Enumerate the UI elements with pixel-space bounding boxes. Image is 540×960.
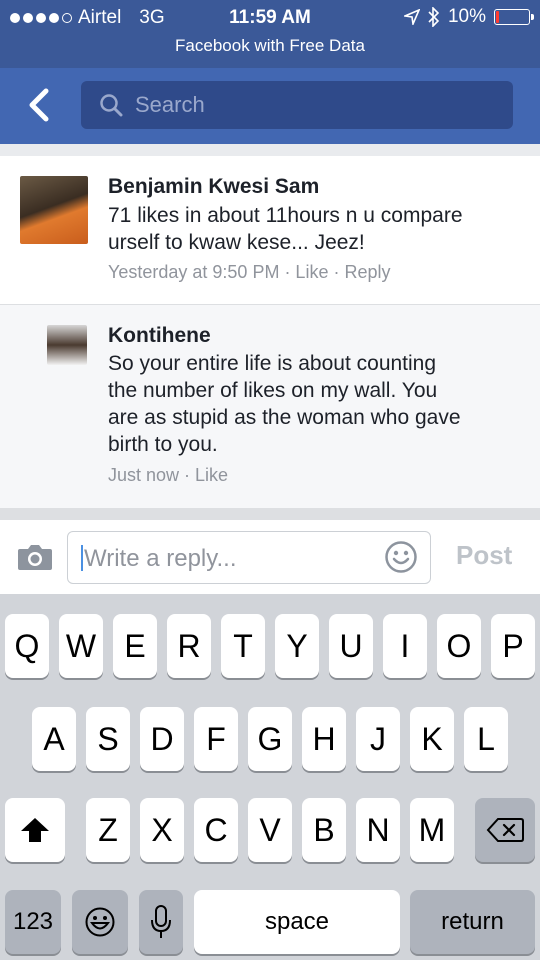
bluetooth-icon	[428, 7, 440, 27]
comment-text: 71 likes in about 11hours n u compare ur…	[108, 202, 528, 256]
free-data-banner: Facebook with Free Data	[175, 36, 365, 55]
delete-key[interactable]	[475, 798, 535, 862]
search-placeholder: Search	[135, 92, 205, 117]
camera-icon[interactable]	[17, 543, 53, 571]
key-d[interactable]: D	[140, 707, 184, 771]
key-f[interactable]: F	[194, 707, 238, 771]
comment-meta[interactable]: Yesterday at 9:50 PM · Like · Reply	[108, 262, 390, 283]
key-p[interactable]: P	[491, 614, 535, 678]
emoji-icon[interactable]	[384, 540, 418, 574]
space-key[interactable]: space	[194, 890, 400, 954]
key-n[interactable]: N	[356, 798, 400, 862]
emoji-key[interactable]	[72, 890, 128, 954]
reply-meta[interactable]: Just now · Like	[108, 465, 228, 486]
key-h[interactable]: H	[302, 707, 346, 771]
reply-input[interactable]: Write a reply...	[67, 531, 431, 584]
comment: Benjamin Kwesi Sam 71 likes in about 11h…	[0, 156, 540, 305]
key-u[interactable]: U	[329, 614, 373, 678]
avatar[interactable]	[47, 325, 87, 365]
key-t[interactable]: T	[221, 614, 265, 678]
key-q[interactable]: Q	[5, 614, 49, 678]
key-m[interactable]: M	[410, 798, 454, 862]
navigation-bar: Search	[0, 68, 540, 144]
key-o[interactable]: O	[437, 614, 481, 678]
key-l[interactable]: L	[464, 707, 508, 771]
reply-composer: Write a reply... Post	[0, 520, 540, 594]
reply-comment: Kontihene So your entire life is about c…	[0, 305, 540, 508]
key-i[interactable]: I	[383, 614, 427, 678]
dictation-key[interactable]	[139, 890, 183, 954]
divider	[0, 144, 540, 156]
status-icons: 10%	[403, 6, 534, 28]
return-key[interactable]: return	[410, 890, 535, 954]
reply-text-line: the number of likes on my wall. You	[108, 379, 438, 402]
key-s[interactable]: S	[86, 707, 130, 771]
location-arrow-icon	[403, 9, 420, 25]
key-x[interactable]: X	[140, 798, 184, 862]
key-r[interactable]: R	[167, 614, 211, 678]
key-c[interactable]: C	[194, 798, 238, 862]
comment-text-line: 71 likes in about 11hours n u compare	[108, 204, 463, 227]
keyboard: Q W E R T Y U I O P A S D F G H J K L Z …	[0, 594, 540, 960]
backspace-icon	[486, 818, 524, 842]
key-e[interactable]: E	[113, 614, 157, 678]
reply-author[interactable]: Kontihene	[108, 324, 211, 348]
avatar[interactable]	[20, 176, 88, 244]
shift-key[interactable]	[5, 798, 65, 862]
reply-text-line: So your entire life is about counting	[108, 352, 437, 375]
key-k[interactable]: K	[410, 707, 454, 771]
text-cursor	[81, 545, 83, 571]
comment-text-line: urself to kwaw kese... Jeez!	[108, 231, 365, 254]
battery-percent: 10%	[447, 6, 486, 27]
battery-icon	[494, 9, 534, 25]
key-b[interactable]: B	[302, 798, 346, 862]
comment-author[interactable]: Benjamin Kwesi Sam	[108, 175, 319, 199]
shift-arrow-icon	[21, 818, 49, 842]
reply-text-line: birth to you.	[108, 433, 218, 456]
emoji-icon	[85, 907, 115, 937]
key-y[interactable]: Y	[275, 614, 319, 678]
reply-text-line: are as stupid as the woman who gave	[108, 406, 461, 429]
post-button[interactable]: Post	[456, 540, 512, 571]
key-v[interactable]: V	[248, 798, 292, 862]
key-g[interactable]: G	[248, 707, 292, 771]
key-w[interactable]: W	[59, 614, 103, 678]
status-bar: Airtel 3G 11:59 AM 10% Facebook with Fre…	[0, 0, 540, 68]
search-icon	[100, 94, 123, 117]
key-j[interactable]: J	[356, 707, 400, 771]
key-z[interactable]: Z	[86, 798, 130, 862]
back-arrow-icon[interactable]	[24, 88, 54, 122]
numbers-key[interactable]: 123	[5, 890, 61, 954]
key-a[interactable]: A	[32, 707, 76, 771]
search-input[interactable]: Search	[81, 81, 513, 129]
divider	[0, 508, 540, 520]
reply-placeholder: Write a reply...	[84, 545, 237, 572]
reply-text: So your entire life is about counting th…	[108, 350, 528, 458]
microphone-icon	[151, 905, 171, 938]
